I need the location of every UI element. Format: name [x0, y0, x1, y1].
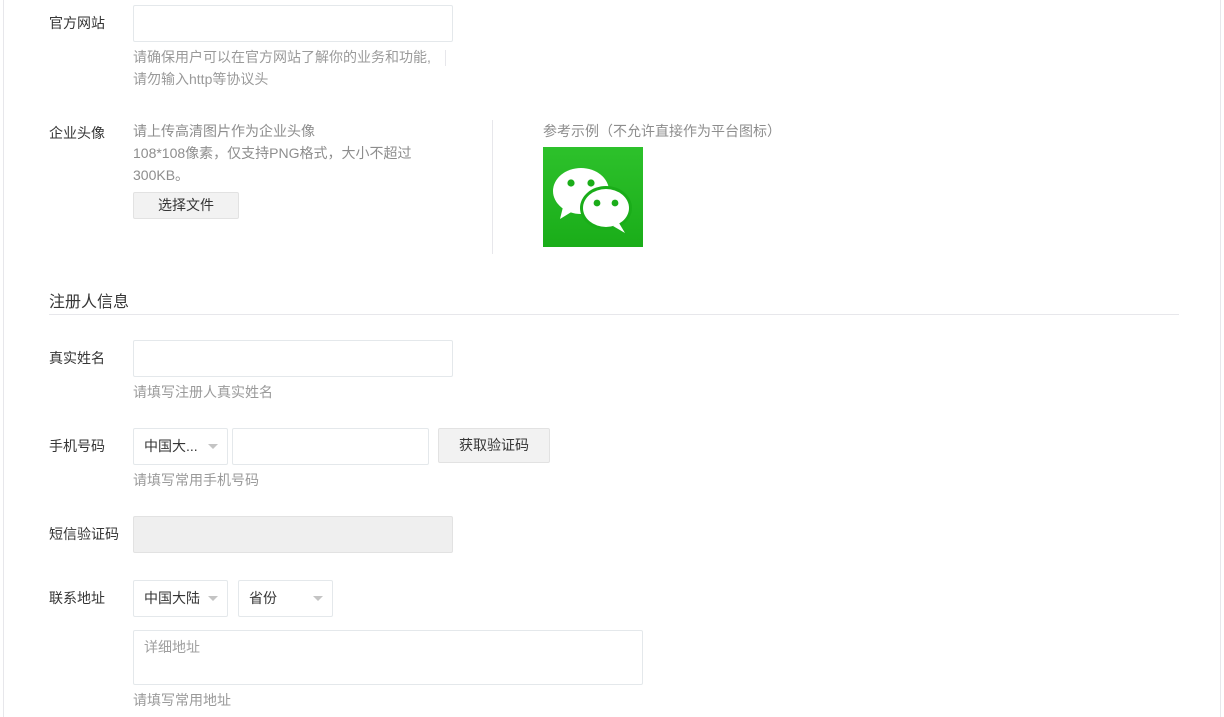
address-hint: 请填写常用地址	[133, 692, 231, 708]
chevron-down-icon	[208, 444, 218, 449]
avatar-hint-line2: 108*108像素，仅支持PNG格式，大小不超过	[133, 145, 412, 161]
address-label: 联系地址	[49, 590, 105, 606]
registrant-section-title: 注册人信息	[49, 294, 130, 311]
phone-region-value: 中国大...	[144, 438, 198, 454]
province-value: 省份	[249, 590, 277, 606]
avatar-hint-line1: 请上传高清图片作为企业头像	[133, 123, 315, 139]
phone-region-select[interactable]: 中国大...	[133, 428, 228, 465]
real-name-label: 真实姓名	[49, 350, 105, 366]
website-hint-line2: 请勿输入http等协议头	[133, 71, 269, 87]
website-input[interactable]	[133, 5, 453, 42]
country-value: 中国大陆	[144, 590, 200, 606]
get-code-button[interactable]: 获取验证码	[438, 428, 550, 463]
avatar-divider	[492, 120, 493, 254]
avatar-hint-line3: 300KB。	[133, 167, 190, 183]
phone-input[interactable]	[232, 428, 429, 465]
avatar-label: 企业头像	[49, 125, 105, 141]
country-select[interactable]: 中国大陆	[133, 580, 228, 617]
sms-code-input[interactable]	[133, 516, 453, 553]
sms-code-label: 短信验证码	[49, 526, 119, 542]
chevron-down-icon	[313, 596, 323, 601]
address-detail-textarea[interactable]: 详细地址	[133, 630, 643, 685]
address-detail-placeholder: 详细地址	[144, 639, 200, 655]
section-divider	[49, 314, 1179, 315]
example-label: 参考示例（不允许直接作为平台图标）	[543, 123, 781, 139]
wechat-logo-icon	[543, 147, 643, 247]
phone-hint: 请填写常用手机号码	[133, 472, 259, 488]
hint-divider	[445, 50, 446, 66]
province-select[interactable]: 省份	[238, 580, 333, 617]
website-label: 官方网站	[49, 15, 105, 31]
choose-file-button[interactable]: 选择文件	[133, 192, 239, 219]
real-name-hint: 请填写注册人真实姓名	[133, 384, 273, 400]
chevron-down-icon	[208, 596, 218, 601]
website-hint-line1: 请确保用户可以在官方网站了解你的业务和功能,	[133, 49, 431, 65]
phone-label: 手机号码	[49, 438, 105, 454]
real-name-input[interactable]	[133, 340, 453, 377]
